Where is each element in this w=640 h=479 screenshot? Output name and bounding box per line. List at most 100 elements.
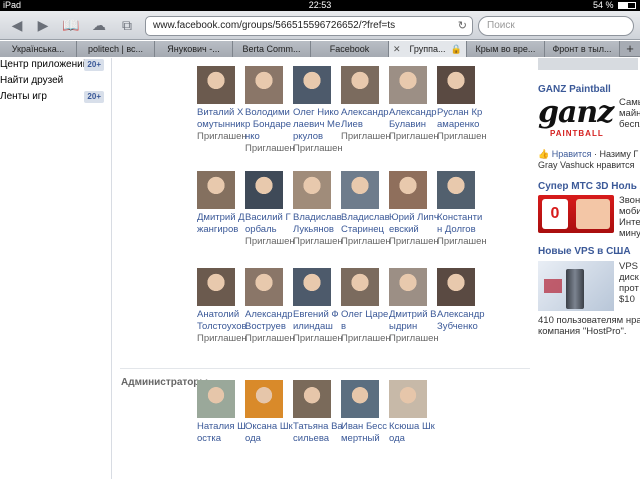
liked-by: Назиму Г <box>599 149 639 159</box>
member-name-link[interactable]: Юрий Липчевский <box>389 212 439 236</box>
admin-card: Татьяна Васильева <box>293 380 343 445</box>
close-tab-icon[interactable]: ✕ <box>393 41 401 57</box>
invited-status: Приглашен <box>197 131 247 142</box>
vps-ad-image[interactable] <box>538 261 614 311</box>
invited-status: Приглашен <box>389 236 439 247</box>
admin-name-link[interactable]: Иван Бессмертный <box>341 421 391 445</box>
ad-text: Самы <box>619 97 640 108</box>
profile-photo[interactable] <box>389 380 427 418</box>
profile-photo[interactable] <box>245 66 283 104</box>
ad-text: минут <box>619 228 640 239</box>
member-name-link[interactable]: Дмитрий Джангиров <box>197 212 247 236</box>
member-name-link[interactable]: Дмитрий Выдрин <box>389 309 439 333</box>
member-name-link[interactable]: Олег Царев <box>341 309 391 333</box>
member-name-link[interactable]: Владислав Старинец <box>341 212 391 236</box>
member-card: Владислав Лукьянов Приглашен <box>293 171 343 248</box>
invited-status: Приглашен <box>293 236 343 247</box>
ganz-logo[interactable]: ganz PAINTBALL <box>538 97 614 145</box>
share-icon[interactable]: ⧉ <box>116 16 138 34</box>
profile-photo[interactable] <box>389 66 427 104</box>
tab-krym[interactable]: Крым во вре... <box>467 41 545 57</box>
tab-politech[interactable]: politech | вс... <box>77 41 155 57</box>
member-card: Василий Горбаль Приглашен <box>245 171 295 248</box>
member-name-link[interactable]: Анатолий Толстоухов <box>197 309 247 333</box>
profile-photo[interactable] <box>341 380 379 418</box>
member-name-link[interactable]: Виталий Хомутынник <box>197 107 247 131</box>
profile-photo[interactable] <box>437 66 475 104</box>
sidebar-item-find-friends[interactable]: Найти друзей <box>0 74 104 88</box>
profile-photo[interactable] <box>389 171 427 209</box>
member-name-link[interactable]: Олег Николаевич Меркулов <box>293 107 343 143</box>
like-link[interactable]: Нравится <box>552 149 592 159</box>
invited-status: Приглашен <box>293 333 343 344</box>
ad-like-line: Gray Vashuck нравится <box>538 160 635 170</box>
member-name-link[interactable]: Константин Долгов <box>437 212 487 236</box>
new-tab-button[interactable]: + <box>620 41 640 57</box>
ad-text: прот <box>619 283 639 294</box>
browser-toolbar: ◀ ▶ 📖 ☁ ⧉ www.facebook.com/groups/566515… <box>0 11 640 40</box>
member-name-link[interactable]: Василий Горбаль <box>245 212 295 236</box>
member-name-link[interactable]: Руслан Крамаренко <box>437 107 487 131</box>
sidebar-item-game-feed[interactable]: Ленты игр 20+ <box>0 90 104 104</box>
divider <box>120 368 530 369</box>
admin-name-link[interactable]: Татьяна Васильева <box>293 421 343 445</box>
ad-title[interactable]: GANZ Paintball <box>538 84 611 95</box>
tab-group[interactable]: ✕ Группа... 🔒 <box>389 41 467 57</box>
member-name-link[interactable]: Александр Лиев <box>341 107 391 131</box>
member-name-link[interactable]: Александр Зубченко <box>437 309 487 333</box>
profile-photo[interactable] <box>197 66 235 104</box>
profile-photo[interactable] <box>197 380 235 418</box>
member-name-link[interactable]: Володимир Бондаренко <box>245 107 295 143</box>
ad-title[interactable]: Супер МТС 3D Ноль 2 <box>538 181 640 192</box>
profile-photo[interactable] <box>341 171 379 209</box>
member-name-link[interactable]: Александр Воструев <box>245 309 295 333</box>
invited-status: Приглашен <box>437 236 487 247</box>
profile-photo[interactable] <box>437 268 475 306</box>
profile-photo[interactable] <box>293 268 331 306</box>
search-placeholder: Поиск <box>487 20 515 31</box>
member-name-link[interactable]: Александр Булавин <box>389 107 439 131</box>
profile-photo[interactable] <box>341 66 379 104</box>
tab-label: Крым во вре... <box>475 44 536 54</box>
tab-facebook[interactable]: Facebook <box>311 41 389 57</box>
profile-photo[interactable] <box>389 268 427 306</box>
icloud-tabs-icon[interactable]: ☁ <box>88 16 110 34</box>
profile-photo[interactable] <box>293 66 331 104</box>
member-card: Александр Воструев Приглашен <box>245 268 295 345</box>
profile-photo[interactable] <box>245 171 283 209</box>
tab-ukrainska[interactable]: Українська... <box>0 41 77 57</box>
profile-photo[interactable] <box>245 380 283 418</box>
tab-yanukovich[interactable]: Янукович -... <box>155 41 233 57</box>
profile-photo[interactable] <box>437 171 475 209</box>
admin-name-link[interactable]: Ксюша Шкода <box>389 421 439 445</box>
reload-icon[interactable]: ↻ <box>458 17 467 35</box>
admins-section-label: Администраторы <box>121 377 208 388</box>
ad-footer: компания "HostPro". <box>538 326 627 337</box>
profile-photo[interactable] <box>197 268 235 306</box>
profile-photo[interactable] <box>341 268 379 306</box>
profile-photo[interactable] <box>293 380 331 418</box>
sidebar-item-app-center[interactable]: Центр приложений 20+ <box>0 58 104 72</box>
forward-icon[interactable]: ▶ <box>32 16 54 34</box>
address-bar[interactable]: www.facebook.com/groups/566515596726652/… <box>145 16 473 36</box>
member-name-link[interactable]: Евгений Филиндаш <box>293 309 343 333</box>
bookmarks-icon[interactable]: 📖 <box>60 16 82 34</box>
invited-status: Приглашен <box>389 333 439 344</box>
profile-photo[interactable] <box>197 171 235 209</box>
back-icon[interactable]: ◀ <box>6 16 28 34</box>
profile-photo[interactable] <box>245 268 283 306</box>
search-input[interactable]: Поиск <box>478 16 634 36</box>
profile-photo[interactable] <box>293 171 331 209</box>
admin-name-link[interactable]: Наталия Шостка <box>197 421 247 445</box>
address-url: www.facebook.com/groups/566515596726652/… <box>153 20 396 31</box>
admin-card: Иван Бессмертный <box>341 380 391 445</box>
admin-name-link[interactable]: Оксана Шкода <box>245 421 295 445</box>
ad-text: $10 <box>619 294 635 305</box>
tab-front[interactable]: Фронт в тыл... <box>545 41 620 57</box>
member-name-link[interactable]: Владислав Лукьянов <box>293 212 343 236</box>
tab-berta[interactable]: Berta Comm... <box>233 41 311 57</box>
sidebar-item-label: Найти друзей <box>0 75 64 86</box>
mts-ad-image[interactable]: 0 <box>538 195 614 233</box>
ad-title[interactable]: Новые VPS в США <box>538 246 631 257</box>
ad-image[interactable] <box>538 58 638 70</box>
